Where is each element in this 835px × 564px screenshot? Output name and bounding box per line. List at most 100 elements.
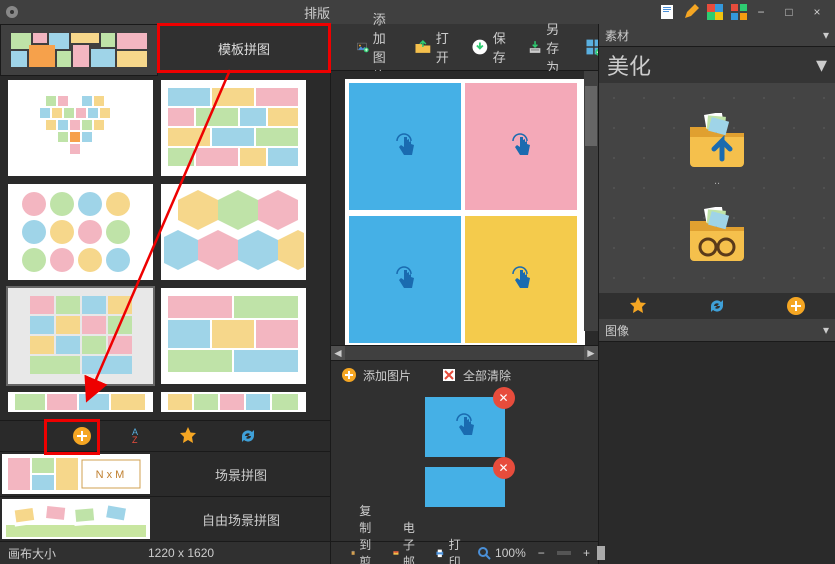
right-panel: 素材 ▾ 美化 ▾ .. 图像 <box>598 24 835 564</box>
panel-scene-collage[interactable]: N x M 场景拼图 <box>0 451 330 496</box>
open-icon <box>414 35 432 59</box>
template-list <box>0 76 330 420</box>
zoom-icon <box>477 546 491 560</box>
scroll-right-icon[interactable]: ► <box>584 346 598 360</box>
template-grid-selected[interactable] <box>8 288 153 384</box>
tab-template-preview[interactable] <box>0 24 158 76</box>
print-icon <box>435 546 445 560</box>
print-label: 打印 <box>449 536 465 564</box>
free-label: 自由场景拼图 <box>152 497 330 541</box>
template-cut2[interactable] <box>161 392 306 412</box>
save-as-button[interactable]: 另存为 <box>524 17 573 78</box>
template-wide[interactable] <box>161 288 306 384</box>
email-button[interactable]: 电子邮件 <box>393 519 423 564</box>
statusbar: 复制到剪切板 电子邮件 打印 100% − + <box>331 541 598 564</box>
free-thumb <box>2 499 150 539</box>
template-hex[interactable] <box>161 184 306 280</box>
template-controls: AZ <box>0 420 330 451</box>
pencil-icon[interactable] <box>683 4 699 20</box>
canvas-vscroll[interactable] <box>584 71 598 331</box>
refresh-icon[interactable] <box>238 426 258 446</box>
grid-icon[interactable] <box>731 4 747 20</box>
material-controls <box>599 293 835 319</box>
cell-3[interactable] <box>349 216 461 343</box>
sort-az-icon[interactable]: AZ <box>132 428 138 444</box>
scene-label: 场景拼图 <box>152 452 330 496</box>
zoom-slider[interactable] <box>557 551 571 555</box>
open-label: 打开 <box>436 28 455 66</box>
scene-thumb: N x M <box>2 454 150 494</box>
add-image-action[interactable]: 添加图片 <box>341 367 411 384</box>
zoom-out-button[interactable]: − <box>538 546 545 560</box>
add-template-icon[interactable] <box>72 426 92 446</box>
close-button[interactable]: × <box>803 2 831 22</box>
zoom-display[interactable]: 100% <box>477 546 526 560</box>
delete-item-icon[interactable]: ✕ <box>493 457 515 479</box>
tab-template-collage[interactable]: 模板拼图 <box>158 24 330 72</box>
folder-up[interactable] <box>682 113 752 169</box>
doc-icon[interactable] <box>659 4 675 20</box>
collage-canvas[interactable] <box>345 79 585 345</box>
beautify-header[interactable]: 美化 ▾ <box>599 47 835 83</box>
template-circles[interactable] <box>8 184 153 280</box>
save-icon <box>471 35 489 59</box>
scroll-left-icon[interactable]: ◄ <box>331 346 345 360</box>
email-icon <box>393 546 399 560</box>
app-icon <box>4 4 20 20</box>
star-icon[interactable] <box>178 426 198 446</box>
maximize-button[interactable]: □ <box>775 2 803 22</box>
material-header[interactable]: 素材 ▾ <box>599 24 835 47</box>
tap-icon <box>507 266 535 294</box>
zoom-value: 100% <box>495 546 526 560</box>
email-label: 电子邮件 <box>403 519 423 564</box>
image-label: 图像 <box>605 322 629 339</box>
delete-item-icon[interactable]: ✕ <box>493 387 515 409</box>
bottom-panels: N x M 场景拼图 自由场景拼图 <box>0 451 330 541</box>
toolbar: 添加图片 打开 保存 另存为 画布 <box>331 24 598 71</box>
cell-2[interactable] <box>465 83 577 210</box>
canvas-size-value: 1220 x 1620 <box>128 546 214 560</box>
titlebar: 排版 − □ × <box>0 0 835 24</box>
material-label: 素材 <box>605 27 629 44</box>
added-image-1[interactable]: ✕ <box>425 397 505 457</box>
canvas-size-label: 画布大小 <box>0 545 128 562</box>
add-material-icon[interactable] <box>786 296 806 316</box>
cell-4[interactable] <box>465 216 577 343</box>
image-header[interactable]: 图像 ▾ <box>599 319 835 342</box>
open-button[interactable]: 打开 <box>410 26 459 68</box>
template-cut1[interactable] <box>8 392 153 412</box>
layout-title: 排版 <box>304 3 330 22</box>
copy-label: 复制到剪切板 <box>359 502 381 564</box>
minimize-button[interactable]: − <box>747 2 775 22</box>
zoom-in-button[interactable]: + <box>583 546 590 560</box>
image-section <box>599 342 835 564</box>
chevron-down-icon: ▾ <box>823 323 829 337</box>
tap-icon <box>451 413 479 441</box>
clear-icon <box>441 367 457 383</box>
canvas-hscroll[interactable]: ◄ ► <box>331 345 598 360</box>
star-icon[interactable] <box>628 296 648 316</box>
panel-free-scene[interactable]: 自由场景拼图 <box>0 496 330 541</box>
tap-icon <box>391 133 419 161</box>
template-brick[interactable] <box>161 80 306 176</box>
folder-dots: .. <box>714 175 720 187</box>
template-heart[interactable] <box>8 80 153 176</box>
added-image-2[interactable]: ✕ <box>425 467 505 507</box>
add-image-icon <box>357 35 369 59</box>
canvas-area: ◄ ► <box>331 71 598 360</box>
clear-all-action[interactable]: 全部清除 <box>441 367 511 384</box>
palette-icon[interactable] <box>707 4 723 20</box>
cell-1[interactable] <box>349 83 461 210</box>
refresh-icon[interactable] <box>707 296 727 316</box>
chevron-down-icon: ▾ <box>816 52 827 78</box>
tap-icon <box>507 133 535 161</box>
copy-clipboard-button[interactable]: 复制到剪切板 <box>351 502 381 564</box>
material-body: .. <box>599 83 835 293</box>
save-as-label: 另存为 <box>546 19 569 76</box>
save-as-icon <box>528 35 542 59</box>
print-button[interactable]: 打印 <box>435 536 465 564</box>
clear-text: 全部清除 <box>463 367 511 384</box>
chevron-down-icon: ▾ <box>823 28 829 42</box>
save-button[interactable]: 保存 <box>467 26 516 68</box>
folder-view[interactable] <box>682 207 752 263</box>
